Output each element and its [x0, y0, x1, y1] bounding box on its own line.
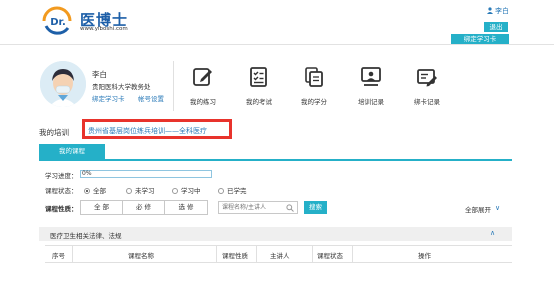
- col-divider: [256, 245, 257, 263]
- search-button[interactable]: 搜索: [304, 201, 327, 214]
- status-radio-in-progress[interactable]: 学习中: [172, 185, 201, 195]
- nav-my-exams[interactable]: 我的考试: [239, 62, 279, 112]
- nav-my-credits[interactable]: 我的学分: [294, 62, 334, 112]
- radio-icon: [218, 188, 224, 194]
- nav-label: 我的考试: [246, 98, 272, 106]
- tab-my-courses[interactable]: 我的课程: [39, 144, 105, 159]
- logo-icon: Dr.: [40, 6, 76, 36]
- status-radio-all[interactable]: 全部: [84, 185, 106, 195]
- col-course-status: 课程状态: [317, 252, 343, 260]
- user-icon: [487, 7, 493, 14]
- user-menu[interactable]: 李白: [487, 6, 509, 16]
- my-training-label: 我的培训: [39, 128, 69, 137]
- col-divider: [72, 245, 73, 263]
- logout-button[interactable]: 退出: [484, 22, 508, 32]
- expand-all-link[interactable]: 全部展开: [465, 204, 491, 214]
- tab-underline: [39, 159, 512, 161]
- avatar: [40, 61, 86, 107]
- type-elective-button[interactable]: 选 修: [165, 201, 207, 214]
- radio-selected-icon: [84, 188, 90, 194]
- edit-icon: [193, 68, 212, 86]
- bind-card-button[interactable]: 绑定学习卡: [451, 34, 509, 44]
- col-lecturer: 主讲人: [270, 252, 290, 260]
- collapse-icon[interactable]: ∧: [490, 229, 495, 237]
- nav-label: 培训记录: [358, 98, 384, 106]
- status-radio-unstudied[interactable]: 未学习: [126, 185, 155, 195]
- nav-label: 我的练习: [190, 98, 216, 106]
- type-all-button[interactable]: 全 部: [81, 201, 123, 214]
- training-name-link[interactable]: 贵州省基层岗位练兵培训——全科医疗: [88, 126, 207, 136]
- col-divider: [352, 245, 353, 263]
- course-type-label: 课程性质：: [45, 205, 78, 213]
- chevron-down-icon[interactable]: ∨: [495, 204, 500, 212]
- nav-label: 绑卡记录: [414, 98, 440, 106]
- col-index: 序号: [52, 252, 65, 260]
- account-settings-link[interactable]: 帐号设置: [138, 93, 164, 103]
- checklist-icon: [250, 67, 267, 87]
- card-edit-icon: [417, 69, 437, 87]
- radio-icon: [126, 188, 132, 194]
- col-divider: [216, 245, 217, 263]
- progress-bar: [80, 170, 212, 178]
- logo-url: www.yiboshi.com: [80, 26, 128, 32]
- profile-org: 贵阳医科大学教务处: [92, 83, 151, 91]
- documents-icon: [305, 67, 323, 87]
- progress-label: 学习进度：: [45, 172, 78, 180]
- col-course-type: 课程性质: [222, 252, 248, 260]
- col-course-name: 课程名称: [128, 252, 154, 260]
- presenter-icon: [361, 67, 381, 86]
- logo-badge: Dr.: [50, 17, 66, 28]
- radio-icon: [172, 188, 178, 194]
- user-name: 李白: [495, 7, 509, 15]
- course-type-segments: 全 部 必 修 选 修: [80, 200, 208, 215]
- bind-card-link[interactable]: 绑定学习卡: [92, 93, 125, 103]
- profile-divider: [173, 61, 174, 111]
- status-radio-completed[interactable]: 已学完: [218, 185, 247, 195]
- category-name: 医疗卫生相关法律、法规: [50, 232, 122, 240]
- status-label: 课程状态：: [45, 187, 78, 195]
- profile-name: 李白: [92, 70, 107, 79]
- type-required-button[interactable]: 必 修: [123, 201, 165, 214]
- col-divider: [312, 245, 313, 263]
- nav-my-practice[interactable]: 我的练习: [183, 62, 223, 112]
- progress-value: 0%: [82, 170, 92, 177]
- nav-label: 我的学分: [301, 98, 327, 106]
- search-icon[interactable]: [286, 204, 294, 212]
- nav-training-records[interactable]: 培训记录: [351, 62, 391, 112]
- header-divider: [0, 44, 554, 45]
- nav-card-records[interactable]: 绑卡记录: [407, 62, 447, 112]
- col-actions: 操作: [418, 252, 431, 260]
